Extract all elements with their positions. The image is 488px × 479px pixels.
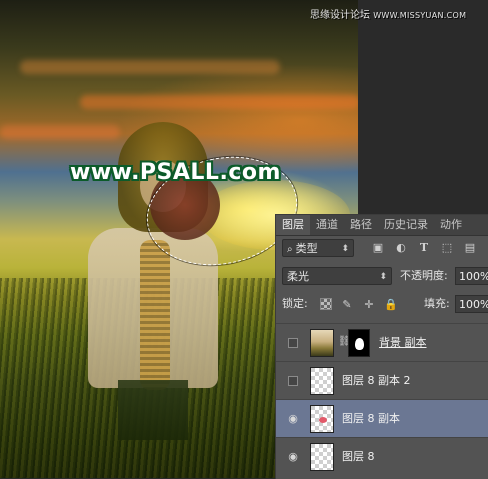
visibility-toggle[interactable] <box>288 338 298 348</box>
site-tag: 思缘设计论坛 WWW.MISSYUAN.COM <box>310 6 466 21</box>
layer-mask-thumbnail[interactable] <box>348 329 370 357</box>
adjustment-filter-icon[interactable]: ◐ <box>395 241 407 254</box>
opacity-field[interactable]: 100% <box>455 267 488 285</box>
layer-name: 背景 副本 <box>379 336 427 349</box>
search-icon: ⌕ <box>287 244 293 255</box>
layer-name: 图层 8 <box>342 450 375 463</box>
layer-name: 图层 8 副本 2 <box>342 374 411 387</box>
layer-row-layer-8-copy-2[interactable]: 图层 8 副本 2 <box>276 361 488 400</box>
blend-row: 柔光 ⬍ 不透明度: 100% <box>276 265 488 287</box>
move-icon[interactable]: ✛ <box>362 297 376 311</box>
visibility-toggle[interactable] <box>288 376 298 386</box>
fill-label: 填充: <box>424 297 450 310</box>
type-filter-icon[interactable]: T <box>418 241 430 254</box>
smart-object-filter-icon[interactable]: ▤ <box>464 241 476 254</box>
site-tag-domain: WWW.MISSYUAN.COM <box>373 11 467 20</box>
watermark-text: www.PSALL.com <box>70 160 281 185</box>
layer-row-layer-8[interactable]: ◉ 图层 8 <box>276 437 488 476</box>
shape-filter-icon[interactable]: ⬚ <box>441 241 453 254</box>
fill-field[interactable]: 100% <box>455 295 488 313</box>
layer-row-background-copy[interactable]: ⛓ 背景 副本 <box>276 323 488 362</box>
sky-streak <box>20 60 280 74</box>
blend-mode-value: 柔光 <box>287 270 309 283</box>
tab-channels[interactable]: 通道 <box>310 215 344 235</box>
tab-paths[interactable]: 路径 <box>344 215 378 235</box>
layer-thumbnail <box>310 329 334 357</box>
layer-thumbnail <box>310 443 334 471</box>
layer-row-layer-8-copy[interactable]: ◉ 图层 8 副本 <box>276 399 488 438</box>
layer-thumbnail <box>310 367 334 395</box>
filter-kind-value: 类型 <box>295 242 318 255</box>
sky-streak <box>0 125 120 139</box>
layer-name: 图层 8 副本 <box>342 412 400 425</box>
tab-history[interactable]: 历史记录 <box>378 215 434 235</box>
layer-list: ⛓ 背景 副本 图层 8 副本 2 ◉ 图层 8 副本 ◉ 图层 8 <box>276 323 488 479</box>
mask-shape <box>355 338 364 350</box>
blend-mode-select[interactable]: 柔光 ⬍ <box>282 267 392 285</box>
eye-icon[interactable]: ◉ <box>286 412 300 426</box>
girl-legs <box>118 380 188 440</box>
layer-thumbnail <box>310 405 334 433</box>
image-filter-icon[interactable]: ▣ <box>372 241 384 254</box>
thumbnail-content <box>319 417 327 423</box>
lock-icon[interactable]: 🔒 <box>384 297 398 311</box>
eye-icon[interactable]: ◉ <box>286 450 300 464</box>
filter-kind-select[interactable]: ⌕ 类型 ⬍ <box>282 239 354 257</box>
brush-icon[interactable]: ✎ <box>340 297 354 311</box>
opacity-label: 不透明度: <box>400 269 448 282</box>
tab-layers[interactable]: 图层 <box>276 215 310 235</box>
lock-row: 锁定: ✎ ✛ 🔒 填充: 100% <box>276 293 488 315</box>
panel-tabs: 图层 通道 路径 历史记录 动作 <box>276 215 488 236</box>
spinner-icon: ⬍ <box>341 244 349 254</box>
wheat-bundle <box>140 240 170 390</box>
spinner-icon: ⬍ <box>379 272 387 282</box>
sky-streak <box>80 95 358 109</box>
filter-row: ⌕ 类型 ⬍ ▣ ◐ T ⬚ ▤ <box>276 237 488 259</box>
tab-actions[interactable]: 动作 <box>434 215 468 235</box>
lock-label: 锁定: <box>282 297 308 310</box>
layers-panel: 图层 通道 路径 历史记录 动作 ⌕ 类型 ⬍ ▣ ◐ T ⬚ ▤ 柔光 ⬍ 不透… <box>275 214 488 479</box>
lock-transparent-pixels-icon[interactable] <box>320 298 332 310</box>
site-tag-name: 思缘设计论坛 <box>310 10 370 21</box>
